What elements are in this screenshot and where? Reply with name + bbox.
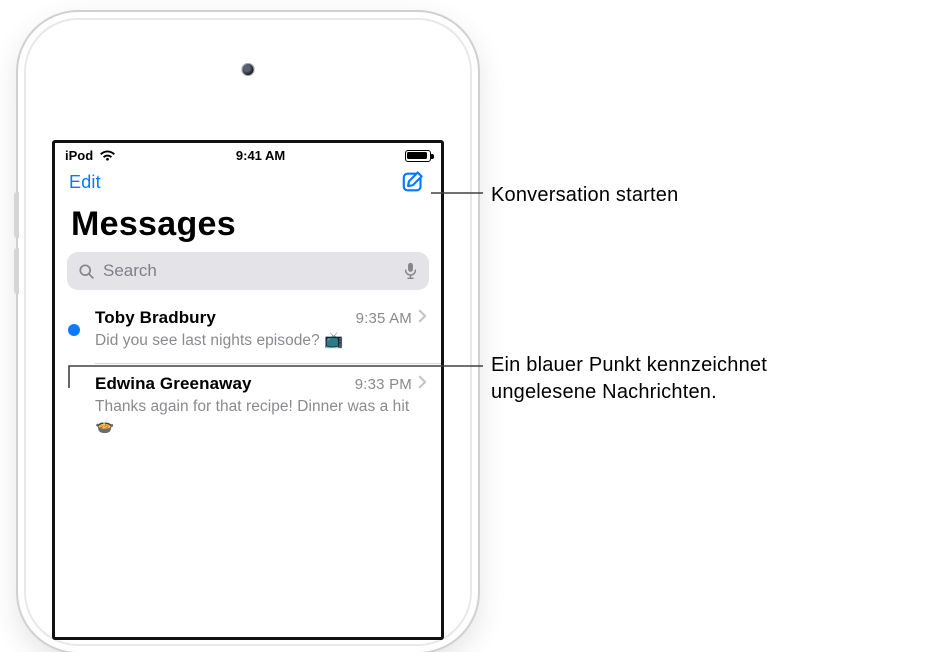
page-title: Messages (55, 203, 441, 252)
search-field[interactable] (67, 252, 429, 290)
chevron-right-icon (418, 375, 427, 389)
list-item[interactable]: Toby Bradbury 9:35 AM Did you see last n… (55, 298, 441, 363)
list-item[interactable]: Edwina Greenaway 9:33 PM Thanks again fo… (55, 364, 441, 449)
nav-bar: Edit (55, 165, 441, 203)
conversation-list: Toby Bradbury 9:35 AM Did you see last n… (55, 298, 441, 448)
clock: 9:41 AM (236, 148, 285, 163)
conversation-name: Toby Bradbury (95, 308, 216, 328)
compose-button[interactable] (401, 169, 427, 195)
search-input[interactable] (103, 261, 393, 281)
device-frame: iPod 9:41 AM Edit (18, 12, 478, 652)
volume-up-button (14, 192, 19, 238)
conversation-time: 9:33 PM (355, 376, 412, 393)
dictation-icon[interactable] (401, 262, 419, 280)
search-icon (77, 262, 95, 280)
unread-dot-icon (68, 324, 80, 336)
conversation-name: Edwina Greenaway (95, 374, 252, 394)
screen: iPod 9:41 AM Edit (52, 140, 444, 640)
conversation-preview: Thanks again for that recipe! Dinner was… (95, 397, 427, 437)
conversation-preview: Did you see last nights episode? 📺 (95, 331, 427, 351)
callouts: Konversation starten Ein blauer Punkt ke… (460, 0, 926, 553)
callout-compose: Konversation starten (491, 182, 678, 209)
status-bar: iPod 9:41 AM (55, 143, 441, 165)
callout-unread: Ein blauer Punkt kennzeichnet ungelesene… (491, 352, 831, 406)
chevron-right-icon (418, 309, 427, 323)
conversation-time: 9:35 AM (356, 310, 412, 327)
compose-icon (401, 169, 427, 195)
camera-icon (242, 63, 255, 76)
carrier-label: iPod (65, 148, 93, 163)
battery-icon (405, 150, 431, 162)
edit-button[interactable]: Edit (69, 172, 101, 193)
wifi-icon (99, 150, 116, 162)
volume-down-button (14, 248, 19, 294)
